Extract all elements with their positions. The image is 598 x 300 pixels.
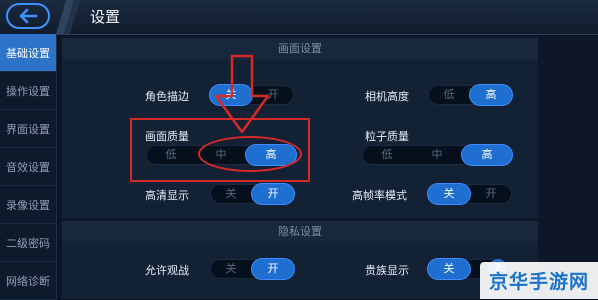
noble-display-option-off[interactable]: 关 — [428, 259, 470, 279]
top-bar: 设置 — [0, 0, 598, 35]
sidebar-item-network-diagnosis[interactable]: 网络诊断 — [0, 262, 56, 300]
hd-display-option-off[interactable]: 关 — [210, 184, 252, 204]
hd-display-option-on[interactable]: 开 — [252, 184, 294, 204]
camera-height-option-low[interactable]: 低 — [428, 85, 470, 105]
particle-toggle[interactable]: 低 中 高 — [362, 145, 512, 165]
hd-display-label: 高清显示 — [145, 189, 189, 202]
high-fps-label: 高帧率模式 — [352, 189, 407, 202]
high-fps-toggle[interactable]: 关 开 — [428, 184, 512, 204]
back-button[interactable] — [6, 3, 50, 29]
particle-option-low[interactable]: 低 — [362, 145, 412, 165]
particle-label: 粒子质量 — [365, 130, 409, 143]
allow-spectate-option-off[interactable]: 关 — [210, 259, 252, 279]
sidebar-item-controls[interactable]: 操作设置 — [0, 72, 56, 110]
back-arrow-icon — [19, 8, 38, 24]
sidebar-item-basic[interactable]: 基础设置 — [0, 34, 56, 72]
noble-display-label: 贵族显示 — [365, 264, 409, 277]
particle-option-high[interactable]: 高 — [462, 145, 512, 165]
section-header-graphics: 画面设置 — [62, 38, 538, 60]
allow-spectate-label: 允许观战 — [145, 264, 189, 277]
annotation-ellipse — [198, 136, 302, 172]
allow-spectate-option-on[interactable]: 开 — [252, 259, 294, 279]
hd-display-toggle[interactable]: 关 开 — [210, 184, 294, 204]
camera-height-toggle[interactable]: 低 高 — [428, 85, 512, 105]
page-title: 设置 — [90, 8, 121, 26]
title-stripe-decoration — [56, 0, 80, 34]
sidebar-item-secondary-password[interactable]: 二级密码 — [0, 224, 56, 262]
high-fps-option-off[interactable]: 关 — [428, 184, 470, 204]
section-header-privacy: 隐私设置 — [62, 221, 538, 243]
allow-spectate-toggle[interactable]: 关 开 — [210, 259, 294, 279]
sidebar-item-audio[interactable]: 音效设置 — [0, 148, 56, 186]
watermark: 京华手游网 — [480, 262, 598, 299]
high-fps-option-on[interactable]: 开 — [470, 184, 512, 204]
camera-height-label: 相机高度 — [365, 90, 409, 103]
outline-label: 角色描边 — [145, 90, 189, 103]
sidebar: 基础设置 操作设置 界面设置 音效设置 录像设置 二级密码 网络诊断 — [0, 34, 57, 300]
camera-height-option-high[interactable]: 高 — [470, 85, 512, 105]
sidebar-item-interface[interactable]: 界面设置 — [0, 110, 56, 148]
sidebar-item-replay[interactable]: 录像设置 — [0, 186, 56, 224]
particle-option-medium[interactable]: 中 — [412, 145, 462, 165]
